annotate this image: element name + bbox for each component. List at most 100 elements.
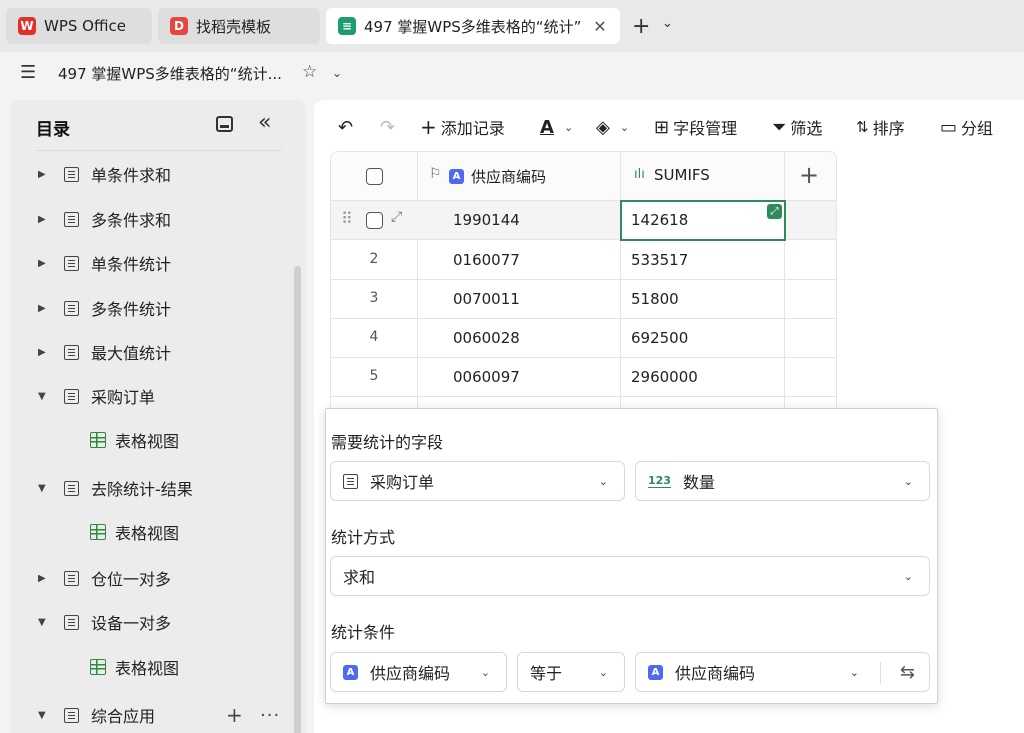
cell-supplier-code[interactable]: 0060028 (453, 329, 520, 347)
active-cell-sumifs[interactable]: 142618 ⤢ (620, 200, 786, 241)
table-icon (64, 480, 79, 496)
column-header-sumifs[interactable]: SUMIFS (654, 166, 710, 184)
table-row[interactable]: 5 0060097 2960000 (331, 358, 836, 397)
dbsheet-logo-icon: ≡ (338, 17, 356, 35)
caret-right-icon[interactable]: ▶ (38, 258, 46, 269)
sidebar-item[interactable]: ▼ 设备一对多 (10, 602, 295, 642)
more-icon[interactable]: ··· (260, 705, 280, 726)
statistics-config-popup: 需要统计的字段 采购订单 ⌄ 123 数量 ⌄ 统计方式 求和 ⌄ 统计条件 A… (325, 408, 938, 704)
table-icon (64, 570, 79, 586)
caret-right-icon[interactable]: ▶ (38, 169, 46, 180)
caret-right-icon[interactable]: ▶ (38, 214, 46, 225)
condition-value-select[interactable]: A 供应商编码 ⌄ ⇆ (635, 652, 930, 692)
sort-button[interactable]: ⇅ 排序 (856, 114, 905, 140)
add-icon[interactable]: + (226, 703, 243, 727)
field-manage-button[interactable]: ⊞ 字段管理 (654, 114, 737, 140)
sidebar-subitem-view[interactable]: 表格视图 (10, 512, 295, 552)
caret-right-icon[interactable]: ▶ (38, 347, 46, 358)
records-grid: ⚐ A 供应商编码 ılı SUMIFS + ⠿ ⤢ 1990144 2 016… (330, 151, 837, 411)
sidebar-item[interactable]: ▼ 去除统计-结果 (10, 468, 295, 508)
table-row[interactable]: 2 0160077 533517 (331, 241, 836, 280)
panel-icon[interactable] (216, 116, 233, 132)
double-chevron-left-icon[interactable]: « (258, 110, 271, 135)
row-number: 5 (369, 368, 379, 384)
table-icon (343, 473, 358, 489)
caret-down-icon[interactable]: ▼ (38, 617, 46, 628)
fill-color-button[interactable]: ◈ ⌄ (596, 114, 629, 140)
method-select[interactable]: 求和 ⌄ (330, 556, 930, 596)
caret-down-icon[interactable]: ▼ (38, 483, 46, 494)
chevron-down-icon[interactable]: ⌄ (662, 16, 673, 31)
method-label: 统计方式 (331, 528, 396, 547)
cell-supplier-code[interactable]: 0160077 (453, 251, 520, 269)
sidebar-item[interactable]: ▶ 最大值统计 (10, 332, 295, 372)
group-button[interactable]: ▭ 分组 (940, 114, 993, 140)
redo-icon: ↷ (380, 116, 396, 138)
cell-supplier-code[interactable]: 0060097 (453, 368, 520, 386)
filter-icon: ⏷ (772, 116, 787, 138)
font-color-icon: A (540, 116, 554, 138)
chevron-down-icon: ⌄ (619, 120, 630, 134)
undo-button[interactable]: ↶ (338, 114, 357, 140)
chevron-down-icon: ⌄ (563, 120, 574, 134)
sidebar-scrollbar[interactable] (294, 266, 301, 733)
sidebar-item[interactable]: ▼ 采购订单 (10, 376, 295, 416)
document-title[interactable]: 497 掌握WPS多维表格的“统计... (58, 63, 282, 84)
table-icon (64, 614, 79, 630)
redo-button[interactable]: ↷ (380, 114, 399, 140)
chevron-down-icon: ⌄ (903, 569, 913, 583)
condition-field-select[interactable]: A 供应商编码 ⌄ (330, 652, 507, 692)
cell-supplier-code[interactable]: 1990144 (453, 211, 520, 229)
swap-icon[interactable]: ⇆ (900, 662, 915, 683)
tab-current-document[interactable]: ≡ 497 掌握WPS多维表格的“统计” ✕ (326, 8, 620, 44)
add-record-button[interactable]: + 添加记录 (420, 114, 505, 140)
sidebar-item[interactable]: ▼ 综合应用 + ··· (10, 695, 295, 733)
tab-label: 497 掌握WPS多维表格的“统计” (364, 17, 582, 36)
caret-right-icon[interactable]: ▶ (38, 303, 46, 314)
sidebar-subitem-view[interactable]: 表格视图 (10, 420, 295, 460)
chevron-down-icon: ⌄ (598, 474, 608, 488)
cell-sumifs[interactable]: 533517 (631, 251, 688, 269)
table-icon (64, 300, 79, 316)
field-select[interactable]: 123 数量 ⌄ (635, 461, 930, 501)
add-column-icon[interactable]: + (799, 161, 819, 189)
cell-sumifs[interactable]: 692500 (631, 329, 688, 347)
drag-handle-icon[interactable]: ⠿ (341, 209, 353, 228)
table-row[interactable]: 4 0060028 692500 (331, 319, 836, 358)
tab-docer-templates[interactable]: D 找稻壳模板 (158, 8, 320, 44)
sidebar-item[interactable]: ▶ 多条件求和 (10, 199, 295, 239)
table-select[interactable]: 采购订单 ⌄ (330, 461, 625, 501)
font-color-button[interactable]: A ⌄ (540, 114, 573, 140)
chevron-down-icon: ⌄ (598, 665, 608, 679)
caret-right-icon[interactable]: ▶ (38, 573, 46, 584)
number-field-icon: 123 (648, 473, 671, 488)
chevron-down-icon[interactable]: ⌄ (332, 66, 342, 80)
star-icon[interactable]: ☆ (302, 62, 317, 82)
filter-button[interactable]: ⏷ 筛选 (772, 114, 822, 140)
table-row[interactable]: 3 0070011 51800 (331, 280, 836, 319)
sidebar-item[interactable]: ▶ 多条件统计 (10, 288, 295, 328)
paint-bucket-icon: ◈ (596, 116, 610, 138)
sidebar-subitem-view[interactable]: 表格视图 (10, 647, 295, 687)
cell-sumifs[interactable]: 51800 (631, 290, 679, 308)
tab-wps-office[interactable]: W WPS Office (6, 8, 152, 44)
caret-down-icon[interactable]: ▼ (38, 391, 46, 402)
close-icon[interactable]: ✕ (592, 17, 608, 36)
wps-logo-icon: W (18, 17, 36, 35)
column-header-supplier-code[interactable]: 供应商编码 (471, 166, 546, 187)
sidebar-item[interactable]: ▶ 单条件统计 (10, 243, 295, 283)
sidebar-item[interactable]: ▶ 仓位一对多 (10, 558, 295, 598)
new-tab-plus-icon[interactable]: + (632, 14, 650, 39)
condition-operator-select[interactable]: 等于 ⌄ (517, 652, 625, 692)
field-label: 需要统计的字段 (331, 433, 444, 452)
cell-supplier-code[interactable]: 0070011 (453, 290, 520, 308)
expand-icon[interactable]: ⤢ (767, 204, 782, 219)
sidebar-item[interactable]: ▶ 单条件求和 (10, 154, 295, 194)
select-all-checkbox[interactable] (366, 168, 383, 185)
row-checkbox[interactable] (366, 212, 383, 229)
menu-icon[interactable]: ☰ (20, 62, 36, 83)
cell-sumifs[interactable]: 2960000 (631, 368, 698, 386)
condition-label: 统计条件 (331, 623, 396, 642)
expand-record-icon[interactable]: ⤢ (391, 209, 402, 225)
caret-down-icon[interactable]: ▼ (38, 710, 46, 721)
